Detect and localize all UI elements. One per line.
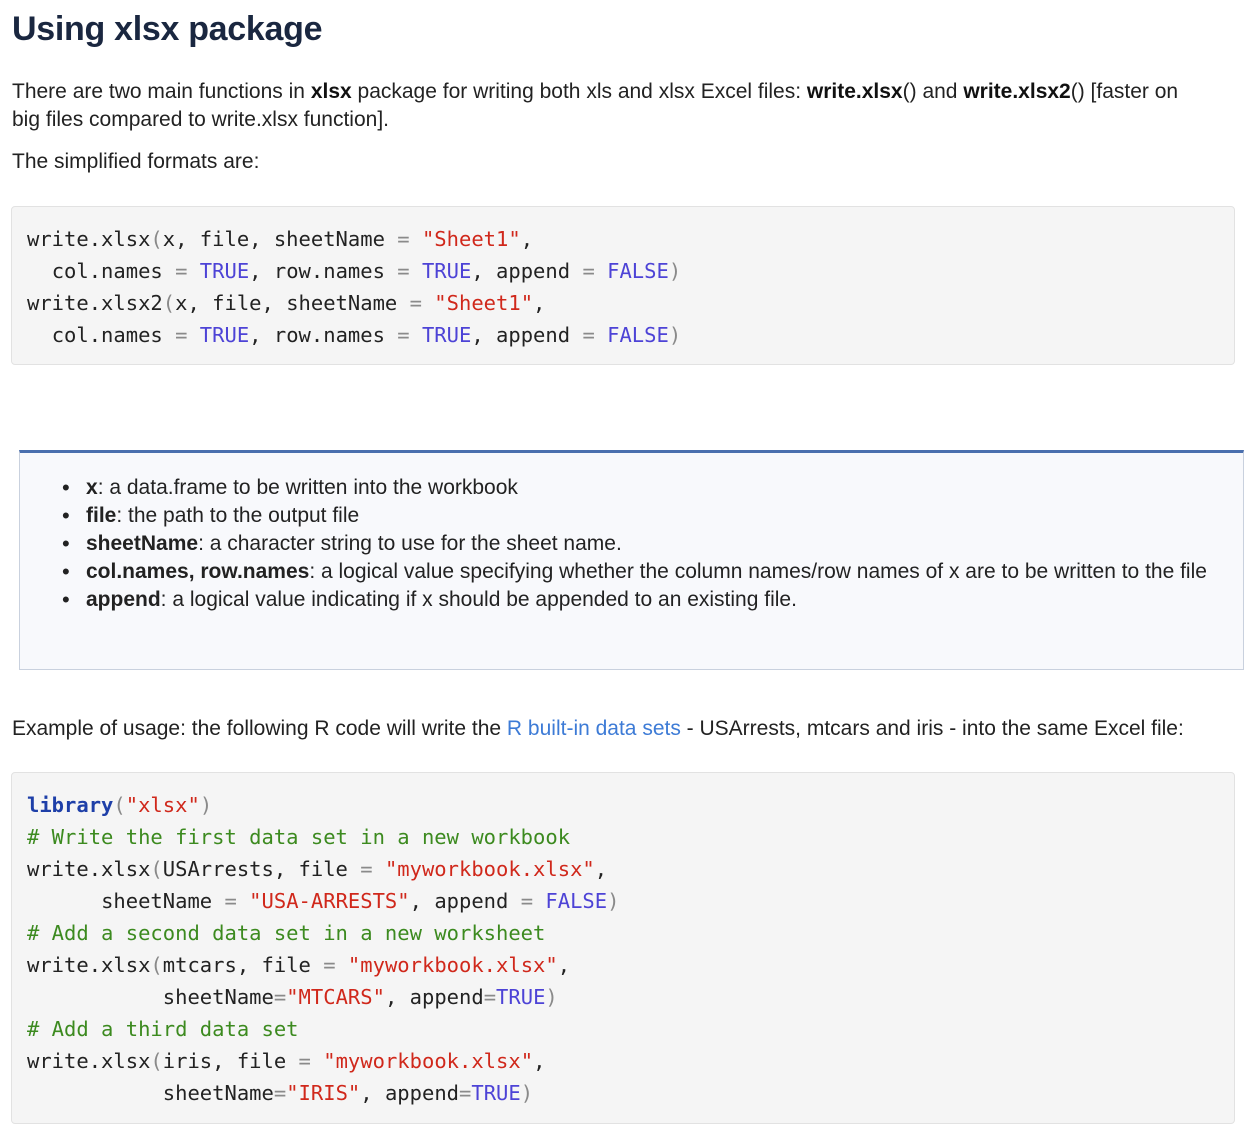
code-token: sheetName: [162, 985, 274, 1009]
intro-paragraph: There are two main functions in xlsx pac…: [12, 78, 1248, 134]
code-literal: FALSE: [545, 889, 608, 913]
code-literal: TRUE: [421, 259, 472, 283]
code-string: "myworkbook.xlsx": [384, 857, 595, 881]
intro-text: () and: [902, 80, 964, 103]
list-item: file: the path to the output file: [62, 502, 1226, 530]
code-token: col.names: [51, 323, 176, 347]
code-comment: # Write the first data set in a new work…: [27, 825, 571, 849]
code-literal: FALSE: [607, 259, 669, 283]
code-literal: TRUE: [199, 323, 250, 347]
arg-desc: : a logical value indicating if x should…: [160, 588, 797, 611]
simplified-text: The simplified formats are:: [12, 150, 260, 173]
intro-text: big files compared to write.xlsx functio…: [12, 108, 389, 131]
fn-write-xlsx: write.xlsx: [806, 80, 903, 103]
list-item: sheetName: a character string to use for…: [62, 530, 1226, 558]
code-comment: # Add a second data set in a new workshe…: [27, 921, 546, 945]
list-item: x: a data.frame to be written into the w…: [62, 474, 1226, 502]
code-token: append: [434, 889, 521, 913]
code-token: append: [409, 985, 484, 1009]
code-string: "IRIS": [286, 1081, 361, 1105]
code-literal: TRUE: [496, 985, 546, 1009]
code-string: "MTCARS": [286, 985, 385, 1009]
arg-name: x: [86, 476, 98, 499]
code-token: mtcars,: [162, 953, 262, 977]
code-literal: TRUE: [421, 323, 472, 347]
code-token: write.xlsx2: [27, 291, 163, 315]
page: Using xlsx package There are two main fu…: [0, 0, 1258, 1148]
arg-name: append: [86, 588, 161, 611]
code-token: sheetName: [162, 1081, 274, 1105]
code-string: "myworkbook.xlsx": [323, 1049, 534, 1073]
intro-text: () [faster on: [1070, 80, 1179, 103]
code-string: "xlsx": [125, 793, 200, 817]
code-token: col.names: [51, 259, 176, 283]
argument-list: x: a data.frame to be written into the w…: [62, 474, 1226, 614]
code-keyword: library: [27, 793, 114, 817]
code-token: row.names: [273, 323, 398, 347]
arg-desc: : a data.frame to be written into the wo…: [97, 476, 518, 499]
code-token: append: [496, 323, 583, 347]
code-literal: TRUE: [199, 259, 250, 283]
intro-text: There are two main functions in: [12, 80, 311, 103]
arg-desc: : the path to the output file: [116, 504, 360, 527]
arg-name: sheetName: [86, 532, 199, 555]
code-token: x, file, sheetName: [162, 227, 398, 251]
code-string: "Sheet1": [421, 227, 521, 251]
code-token: write.xlsx: [27, 953, 151, 977]
list-item: col.names, row.names: a logical value sp…: [62, 558, 1226, 586]
intro-text: package for writing both xls and xlsx Ex…: [351, 80, 807, 103]
example-text: Example of usage: the following R code w…: [12, 717, 507, 740]
arguments-note-box: x: a data.frame to be written into the w…: [19, 450, 1244, 670]
code-token: file: [261, 953, 324, 977]
code-token: file: [298, 857, 361, 881]
code-token: iris,: [162, 1049, 237, 1073]
code-token: write.xlsx: [27, 857, 151, 881]
page-title: Using xlsx package: [12, 10, 323, 48]
arg-name: col.names, row.names: [86, 560, 310, 583]
code-token: append: [496, 259, 583, 283]
code-token: row.names: [273, 259, 398, 283]
code-literal: FALSE: [607, 323, 669, 347]
code-token: sheetName: [101, 889, 225, 913]
datasets-link[interactable]: R built-in data sets: [507, 717, 681, 740]
arg-desc: : a logical value specifying whether the…: [309, 560, 1207, 583]
pkg-name: xlsx: [310, 80, 352, 103]
code-token: x, file, sheetName: [175, 291, 410, 315]
code-token: write.xlsx: [27, 227, 151, 251]
code-token: append: [384, 1081, 460, 1105]
code-token: USArrests,: [162, 857, 299, 881]
arg-name: file: [86, 504, 117, 527]
list-item: append: a logical value indicating if x …: [62, 586, 1226, 614]
example-text: - USArrests, mtcars and iris - into the …: [680, 717, 1184, 740]
example-paragraph: Example of usage: the following R code w…: [12, 715, 1184, 743]
code-block-formats[interactable]: write.xlsx(x, file, sheetName = "Sheet1"…: [11, 206, 1235, 365]
code-string: "Sheet1": [434, 291, 534, 315]
arg-desc: : a character string to use for the shee…: [198, 532, 622, 555]
fn-write-xlsx2: write.xlsx2: [963, 80, 1071, 103]
code-block-example[interactable]: library("xlsx") # Write the first data s…: [11, 772, 1235, 1124]
code-comment: # Add a third data set: [27, 1017, 299, 1041]
code-literal: TRUE: [471, 1081, 521, 1105]
code-token: write.xlsx: [27, 1049, 151, 1073]
code-token: file: [236, 1049, 299, 1073]
code-string: "myworkbook.xlsx": [347, 953, 558, 977]
code-string: "USA-ARRESTS": [249, 889, 410, 913]
